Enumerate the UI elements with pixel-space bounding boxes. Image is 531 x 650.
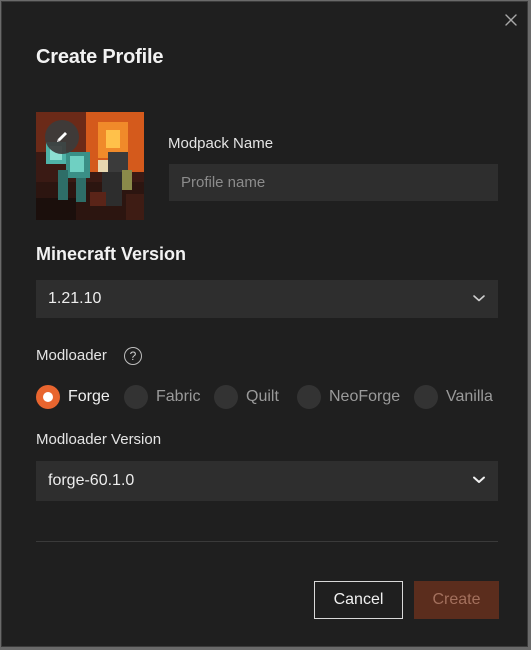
profile-icon-picker[interactable]: [36, 112, 144, 220]
chevron-down-icon: [473, 476, 485, 483]
minecraft-version-value: 1.21.10: [48, 290, 102, 307]
modpack-name-label: Modpack Name: [168, 135, 274, 152]
radio-label-fabric: Fabric: [156, 388, 201, 405]
cancel-button[interactable]: Cancel: [314, 581, 403, 619]
radio-neoforge[interactable]: NeoForge: [297, 384, 400, 410]
radio-vanilla[interactable]: Vanilla: [414, 384, 493, 410]
modloader-label: Modloader: [36, 347, 107, 364]
radio-label-neoforge: NeoForge: [329, 388, 401, 405]
modloader-version-value: forge-60.1.0: [48, 472, 135, 489]
radio-label-vanilla: Vanilla: [446, 388, 493, 405]
modloader-version-select[interactable]: forge-60.1.0: [36, 461, 498, 501]
edit-icon-badge[interactable]: [45, 120, 79, 154]
modloader-radio-group: Forge Fabric Quilt NeoForge Vanilla: [36, 384, 506, 410]
dialog-title: Create Profile: [36, 46, 164, 68]
radio-forge[interactable]: Forge: [36, 384, 110, 410]
radio-dot: [414, 385, 438, 409]
modloader-version-label: Modloader Version: [36, 431, 162, 448]
radio-dot-selected: [36, 385, 60, 409]
radio-label-forge: Forge: [68, 388, 110, 405]
footer-divider: [36, 541, 498, 542]
radio-fabric[interactable]: Fabric: [124, 384, 200, 410]
create-profile-dialog: Create Profile Modpack Name Profile name…: [1, 1, 528, 647]
minecraft-version-select[interactable]: 1.21.10: [36, 280, 498, 318]
radio-dot: [297, 385, 321, 409]
chevron-down-icon: [473, 295, 485, 302]
minecraft-version-label: Minecraft Version: [36, 244, 187, 264]
profile-name-input[interactable]: [169, 164, 498, 201]
radio-quilt[interactable]: Quilt: [214, 384, 279, 410]
help-icon[interactable]: ?: [124, 347, 142, 365]
radio-label-quilt: Quilt: [246, 388, 279, 405]
pencil-icon: [57, 132, 67, 142]
close-icon[interactable]: [503, 12, 519, 28]
radio-dot: [214, 385, 238, 409]
radio-dot: [124, 385, 148, 409]
create-button[interactable]: Create: [414, 581, 499, 619]
